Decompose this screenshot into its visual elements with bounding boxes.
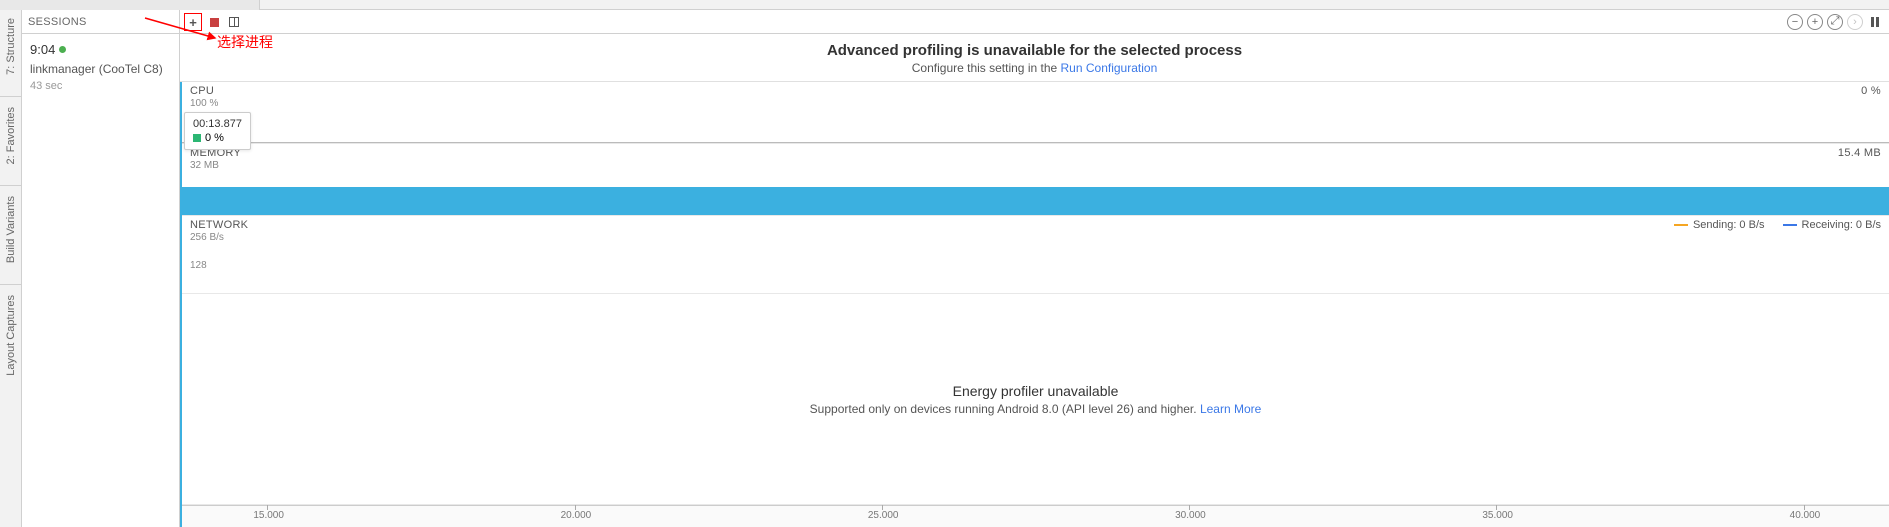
receiving-line-icon <box>1783 224 1797 226</box>
tick-label: 25.000 <box>868 510 899 521</box>
banner-subtitle: Configure this setting in the Run Config… <box>180 61 1889 75</box>
zoom-out-button[interactable]: − <box>1787 14 1803 30</box>
fit-icon: ⤢ <box>1831 15 1840 28</box>
live-icon: › <box>1853 16 1857 28</box>
separator <box>0 96 21 97</box>
network-legend: Sending: 0 B/s Receiving: 0 B/s <box>1674 219 1881 231</box>
run-configuration-link[interactable]: Run Configuration <box>1061 61 1158 75</box>
layout-icon <box>229 17 239 27</box>
sessions-header: SESSIONS <box>22 10 179 34</box>
profiler-area: + − + ⤢ › Advanced profiling is unavaila… <box>180 10 1889 527</box>
energy-title: Energy profiler unavailable <box>953 383 1119 399</box>
stop-session-button[interactable] <box>206 14 222 30</box>
separator <box>0 185 21 186</box>
memory-scale: 32 MB <box>182 160 1889 173</box>
structure-icon <box>7 78 15 86</box>
cpu-scale: 100 % <box>182 98 1889 111</box>
network-scale: 256 B/s <box>182 232 1889 245</box>
zoom-fit-button[interactable]: ⤢ <box>1827 14 1843 30</box>
sessions-list: 9:04 linkmanager (CooTel C8) 43 sec <box>22 34 179 527</box>
network-label: NETWORK <box>190 219 248 231</box>
tooltip-value: 0 % <box>205 132 224 144</box>
stop-icon <box>210 18 219 27</box>
editor-tab-bar <box>0 0 1889 10</box>
chart-stack: CPU 0 % 100 % 00:13.877 0 % <box>180 82 1889 527</box>
add-session-button[interactable]: + <box>184 13 202 31</box>
network-mid-tick: 128 <box>190 260 207 271</box>
captures-icon <box>7 379 15 387</box>
memory-track[interactable]: MEMORY 15.4 MB 32 MB <box>182 144 1889 216</box>
go-live-button[interactable]: › <box>1847 14 1863 30</box>
toolwindow-build-variants[interactable]: Build Variants <box>2 188 20 282</box>
cpu-track[interactable]: CPU 0 % 100 % 00:13.877 0 % <box>182 82 1889 144</box>
session-process-name: linkmanager (CooTel C8) <box>30 60 171 78</box>
minus-icon: − <box>1792 16 1798 28</box>
tick-label: 40.000 <box>1790 510 1821 521</box>
tick-label: 20.000 <box>561 510 592 521</box>
sending-line-icon <box>1674 224 1688 226</box>
sessions-panel: SESSIONS 9:04 linkmanager (CooTel C8) 43… <box>22 10 180 527</box>
editor-tab[interactable] <box>0 0 260 10</box>
memory-current-value: 15.4 MB <box>1838 147 1881 159</box>
profiler-toolbar: + − + ⤢ › <box>180 10 1889 34</box>
network-track[interactable]: NETWORK Sending: 0 B/s Receiving: 0 B/s … <box>182 216 1889 294</box>
cpu-label: CPU <box>190 85 214 97</box>
left-toolwindow-bar: 7: Structure 2: Favorites Build Variants… <box>0 10 22 527</box>
tick-label: 15.000 <box>253 510 284 521</box>
tooltip-color-swatch-icon <box>193 134 201 142</box>
timeline-ruler[interactable]: 15.000 20.000 25.000 30.000 35.000 40.00… <box>182 505 1889 527</box>
profiler-content: + − + ⤢ › Advanced profiling is unavaila… <box>180 10 1889 527</box>
energy-learn-more-link[interactable]: Learn More <box>1200 402 1261 416</box>
cpu-current-value: 0 % <box>1861 85 1881 97</box>
toolwindow-layout-captures[interactable]: Layout Captures <box>2 287 20 395</box>
profiling-banner: Advanced profiling is unavailable for th… <box>180 34 1889 82</box>
session-item[interactable]: 9:04 linkmanager (CooTel C8) 43 sec <box>30 40 171 94</box>
pause-button[interactable] <box>1867 14 1883 30</box>
zoom-in-button[interactable]: + <box>1807 14 1823 30</box>
toolwindow-structure[interactable]: 7: Structure <box>2 10 20 94</box>
cpu-baseline <box>182 142 1889 143</box>
plus-icon: + <box>189 15 197 30</box>
profiler-main: SESSIONS 9:04 linkmanager (CooTel C8) 43… <box>22 10 1889 527</box>
toolwindow-favorites[interactable]: 2: Favorites <box>2 99 20 183</box>
energy-track[interactable]: Energy profiler unavailable Supported on… <box>182 294 1889 505</box>
plus-icon: + <box>1812 16 1818 28</box>
pause-icon <box>1871 17 1879 27</box>
layout-toggle-button[interactable] <box>226 14 242 30</box>
tick-label: 30.000 <box>1175 510 1206 521</box>
tooltip-time: 00:13.877 <box>193 118 242 130</box>
session-time: 9:04 <box>30 40 66 60</box>
hover-tooltip: 00:13.877 0 % <box>184 112 251 150</box>
memory-fill <box>182 187 1889 215</box>
recording-dot-icon <box>59 46 66 53</box>
receiving-label: Receiving: 0 B/s <box>1802 219 1881 231</box>
banner-title: Advanced profiling is unavailable for th… <box>180 42 1889 59</box>
variants-icon <box>7 266 15 274</box>
energy-subtitle: Supported only on devices running Androi… <box>810 402 1262 416</box>
sending-label: Sending: 0 B/s <box>1693 219 1765 231</box>
separator <box>0 284 21 285</box>
star-icon <box>7 167 15 175</box>
session-duration: 43 sec <box>30 78 171 95</box>
tick-label: 35.000 <box>1482 510 1513 521</box>
